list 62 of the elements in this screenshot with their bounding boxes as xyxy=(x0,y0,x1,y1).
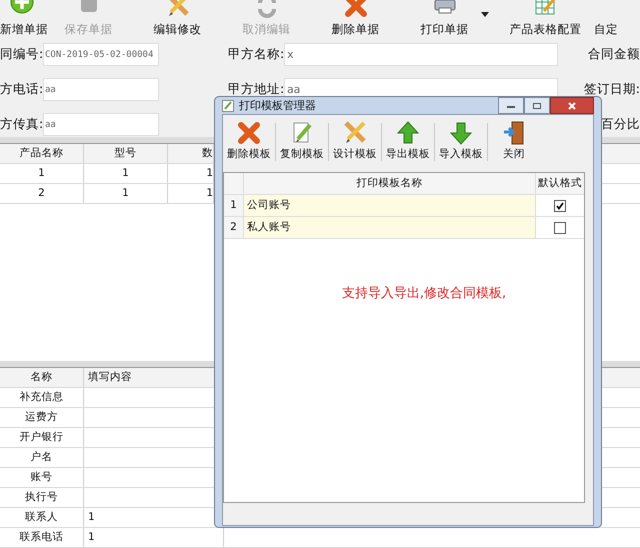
row-number: 1 xyxy=(224,195,244,216)
up-arrow-icon xyxy=(396,121,420,145)
pencil-ruler-icon xyxy=(343,121,367,145)
table-cell: 补充信息 xyxy=(0,388,84,407)
toolbar-button[interactable]: 产品表格配置 xyxy=(510,22,582,37)
table-cell: 联系人 xyxy=(0,508,84,527)
close-icon xyxy=(567,102,577,110)
table-cell: 1 xyxy=(84,184,168,203)
table-cell: 1 xyxy=(84,164,168,183)
table-cell: 户名 xyxy=(0,448,84,467)
table-cell: 开户银行 xyxy=(0,428,84,447)
toolbar-button[interactable]: 关闭 xyxy=(503,147,525,161)
toolbar-button[interactable]: 删除模板 xyxy=(227,147,271,161)
field-label: 签订日期: xyxy=(584,81,640,98)
toolbar-button[interactable]: 打印单据 xyxy=(420,22,468,37)
table-cell[interactable]: 公司账号 xyxy=(244,195,536,216)
table-cell: 账号 xyxy=(0,468,84,487)
field-label: 方电话: xyxy=(0,81,43,98)
maximize-button[interactable] xyxy=(524,97,550,114)
table-cell: 运费方 xyxy=(0,408,84,427)
field-label: 甲方名称: xyxy=(228,46,284,63)
delete-icon xyxy=(237,121,261,145)
input-field[interactable]: aa xyxy=(43,78,159,101)
down-arrow-icon xyxy=(449,121,473,145)
window-title: 打印模板管理器 xyxy=(239,98,316,113)
row-number: 2 xyxy=(224,217,244,238)
column-header[interactable]: 打印模板名称 xyxy=(244,173,536,194)
toolbar-button[interactable]: 删除单据 xyxy=(332,22,380,37)
close-button[interactable] xyxy=(550,97,594,114)
field-label: 甲方地址: xyxy=(228,81,284,98)
checkbox[interactable] xyxy=(554,200,566,212)
input-field[interactable]: CON-2019-05-02-00004 xyxy=(43,43,159,66)
field-label: 合同金额 xyxy=(588,46,640,63)
checkbox[interactable] xyxy=(554,222,566,234)
table-cell: 联系电话 xyxy=(0,528,84,547)
minimize-button[interactable] xyxy=(498,97,524,114)
table-cell: 执行号 xyxy=(0,488,84,507)
field-label: 方传真: xyxy=(0,116,43,133)
toolbar-button[interactable]: 导出模板 xyxy=(386,147,430,161)
toolbar-button[interactable]: 复制模板 xyxy=(280,147,324,161)
delete-icon xyxy=(344,0,368,18)
column-header[interactable]: 默认格式 xyxy=(536,173,584,194)
input-field[interactable]: aa xyxy=(43,113,159,136)
field-label: 百分比 xyxy=(601,116,640,133)
column-header[interactable]: 名称 xyxy=(0,368,84,387)
caret-icon[interactable] xyxy=(481,12,489,17)
toolbar-button[interactable]: 编辑修改 xyxy=(154,22,202,37)
table-cell: 1 xyxy=(0,164,84,183)
pencil-icon xyxy=(222,100,234,112)
toolbar-button[interactable]: 导入模板 xyxy=(439,147,483,161)
toolbar-button[interactable]: 自定 xyxy=(594,22,618,37)
note-text: 支持导入导出,修改合同模板, xyxy=(340,285,508,302)
toolbar-button[interactable]: 设计模板 xyxy=(333,147,377,161)
table-cell[interactable]: 私人账号 xyxy=(244,217,536,238)
toolbar-button[interactable]: 新增单据 xyxy=(0,22,48,37)
door-icon xyxy=(502,121,526,145)
maximize-icon xyxy=(532,102,542,110)
field-label: 同编号: xyxy=(0,46,43,63)
input-field[interactable]: x xyxy=(284,43,558,66)
column-header[interactable]: 型号 xyxy=(84,144,168,163)
table-cell: 2 xyxy=(0,184,84,203)
column-header[interactable]: 产品名称 xyxy=(0,144,84,163)
